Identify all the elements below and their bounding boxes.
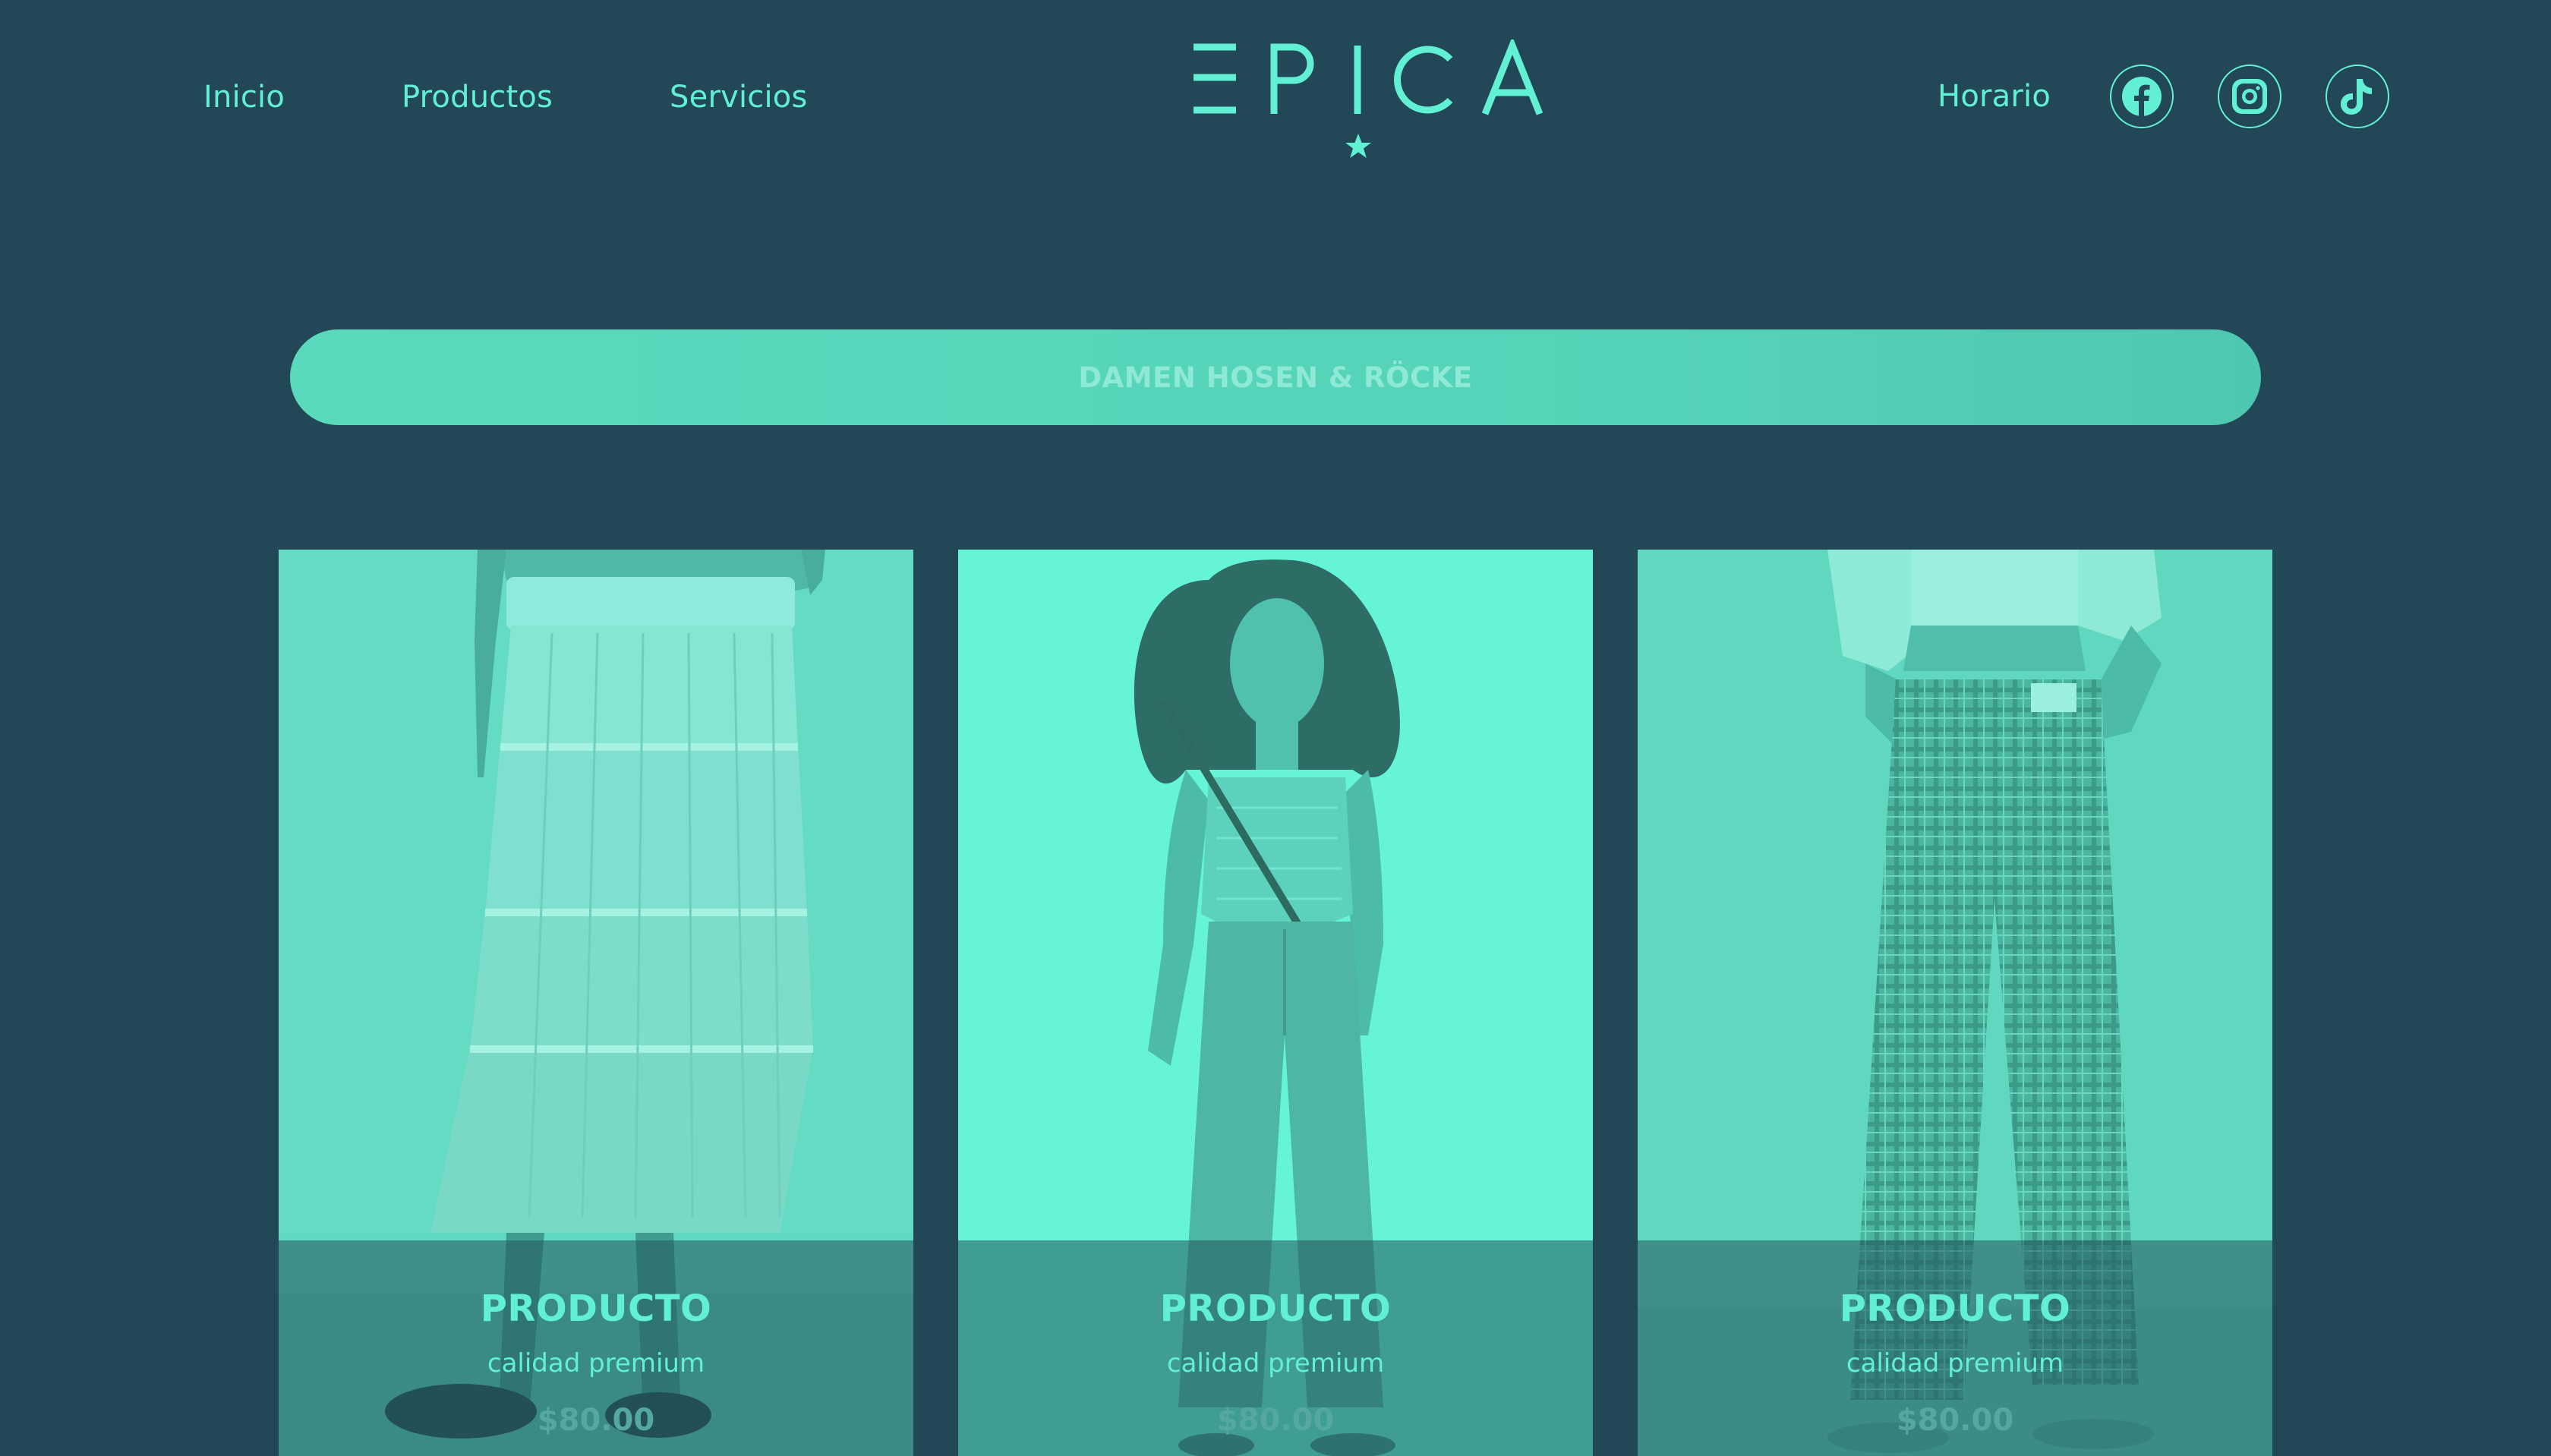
product-price: $80.00 xyxy=(1216,1403,1335,1438)
category-banner[interactable]: DAMEN HOSEN & RÖCKE xyxy=(290,329,2261,425)
header-right: Horario xyxy=(1938,65,2389,128)
product-info: PRODUCTO calidad premium $80.00 xyxy=(279,1240,913,1456)
product-info: PRODUCTO calidad premium $80.00 xyxy=(1638,1240,2272,1456)
facebook-icon xyxy=(2122,77,2162,117)
nav-link-productos[interactable]: Productos xyxy=(402,73,553,121)
facebook-button[interactable] xyxy=(2110,65,2174,128)
product-description: calidad premium xyxy=(1846,1348,2064,1379)
product-price: $80.00 xyxy=(537,1403,655,1438)
product-description: calidad premium xyxy=(1166,1348,1385,1379)
tiktok-button[interactable] xyxy=(2326,65,2389,128)
epica-logo-mark xyxy=(1194,39,1544,158)
category-title: DAMEN HOSEN & RÖCKE xyxy=(1078,361,1473,394)
instagram-icon xyxy=(2232,79,2267,114)
product-name: PRODUCTO xyxy=(1839,1287,2071,1330)
product-card[interactable]: PRODUCTO calidad premium $80.00 xyxy=(958,550,1593,1456)
product-info: PRODUCTO calidad premium $80.00 xyxy=(958,1240,1593,1456)
product-description: calidad premium xyxy=(487,1348,705,1379)
nav-link-servicios[interactable]: Servicios xyxy=(670,73,807,121)
instagram-button[interactable] xyxy=(2218,65,2281,128)
product-card[interactable]: PRODUCTO calidad premium $80.00 xyxy=(279,550,913,1456)
product-name: PRODUCTO xyxy=(480,1287,712,1330)
product-name: PRODUCTO xyxy=(1159,1287,1392,1330)
nav-link-horario[interactable]: Horario xyxy=(1938,72,2051,121)
nav-link-inicio[interactable]: Inicio xyxy=(203,73,285,121)
tiktok-icon xyxy=(2341,79,2372,115)
product-price: $80.00 xyxy=(1896,1403,2014,1438)
product-card[interactable]: PRODUCTO calidad premium $80.00 xyxy=(1638,550,2272,1456)
epica-logo[interactable] xyxy=(1184,39,1549,161)
main-nav: Inicio Productos Servicios xyxy=(203,73,808,121)
